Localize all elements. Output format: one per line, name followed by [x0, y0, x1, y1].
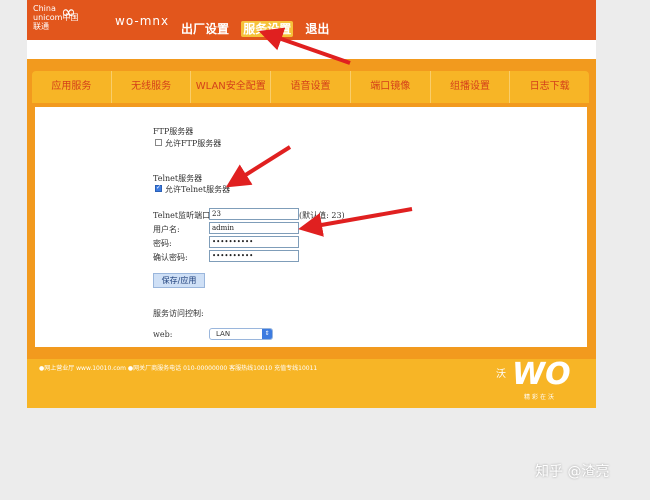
- web-access-value: LAN: [216, 330, 231, 338]
- brand-name: wo-mnx: [115, 14, 170, 28]
- telnet-port-input[interactable]: 23: [209, 208, 299, 220]
- web-access-select[interactable]: LAN ⇕: [209, 328, 273, 340]
- tab-wireless-services[interactable]: 无线服务: [112, 71, 192, 103]
- footer-contact-text: ●网上营业厅 www.10010.com ●网关厂商服务电话 010-00000…: [39, 365, 318, 372]
- header-bar: China unicom中国联通 ∞ wo-mnx 出厂设置 服务设置 退出: [27, 0, 596, 40]
- tab-wlan-security[interactable]: WLAN安全配置: [191, 71, 272, 103]
- logo-text-line2: unicom中国联通: [33, 13, 79, 31]
- access-control-title: 服务访问控制:: [153, 309, 204, 318]
- ftp-section-title: FTP服务器: [153, 127, 194, 136]
- username-input[interactable]: admin: [209, 222, 299, 234]
- save-apply-button[interactable]: 保存/应用: [153, 273, 205, 288]
- logo-text: China unicom中国联通: [33, 4, 85, 31]
- wo-logo: 沃 WO 精彩在沃: [496, 357, 584, 406]
- tab-log-download[interactable]: 日志下载: [510, 71, 589, 103]
- telnet-enable-checkbox[interactable]: [155, 184, 162, 192]
- top-nav: 出厂设置 服务设置 退出: [179, 20, 337, 37]
- settings-form: FTP服务器 允许FTP服务器 Telnet服务器 允许Telnet服务器 Te…: [35, 107, 587, 347]
- tab-multicast-settings[interactable]: 组播设置: [431, 71, 511, 103]
- unicom-logo: China unicom中国联通 ∞: [27, 0, 85, 40]
- web-access-label: web:: [153, 330, 173, 339]
- tab-port-mirroring[interactable]: 端口镜像: [351, 71, 431, 103]
- logo-text-line1: China: [33, 4, 56, 13]
- telnet-enable-label: 允许Telnet服务器: [165, 185, 231, 194]
- ftp-enable-label: 允许FTP服务器: [165, 139, 222, 148]
- confirm-password-input[interactable]: ••••••••••: [209, 250, 299, 262]
- nav-service-settings[interactable]: 服务设置: [241, 21, 294, 37]
- password-input[interactable]: ••••••••••: [209, 236, 299, 248]
- nav-factory-settings[interactable]: 出厂设置: [179, 21, 231, 37]
- zhihu-watermark: 知乎 @渣亮: [535, 464, 610, 480]
- ftp-enable-checkbox[interactable]: [155, 139, 162, 146]
- unicom-knot-icon: ∞: [61, 2, 76, 23]
- tab-voice-settings[interactable]: 语音设置: [271, 71, 351, 103]
- telnet-section-title: Telnet服务器: [153, 174, 203, 183]
- confirm-password-label: 确认密码:: [153, 253, 188, 262]
- router-admin-window: China unicom中国联通 ∞ wo-mnx 出厂设置 服务设置 退出 应…: [27, 0, 596, 408]
- service-tabs: 应用服务 无线服务 WLAN安全配置 语音设置 端口镜像 组播设置 日志下载: [32, 71, 589, 103]
- password-label: 密码:: [153, 239, 172, 248]
- wo-logo-mark: WO: [512, 357, 571, 392]
- nav-logout[interactable]: 退出: [303, 21, 331, 37]
- telnet-port-label: Telnet监听端口:: [153, 211, 213, 220]
- wo-logo-small-char: 沃: [496, 369, 506, 380]
- wo-slogan: 精彩在沃: [524, 394, 557, 401]
- tab-application-services[interactable]: 应用服务: [32, 71, 112, 103]
- username-label: 用户名:: [153, 225, 180, 234]
- telnet-port-default: (默认值: 23): [299, 211, 345, 220]
- select-arrows-icon: ⇕: [262, 329, 272, 339]
- footer: ●网上营业厅 www.10010.com ●网关厂商服务电话 010-00000…: [27, 357, 596, 408]
